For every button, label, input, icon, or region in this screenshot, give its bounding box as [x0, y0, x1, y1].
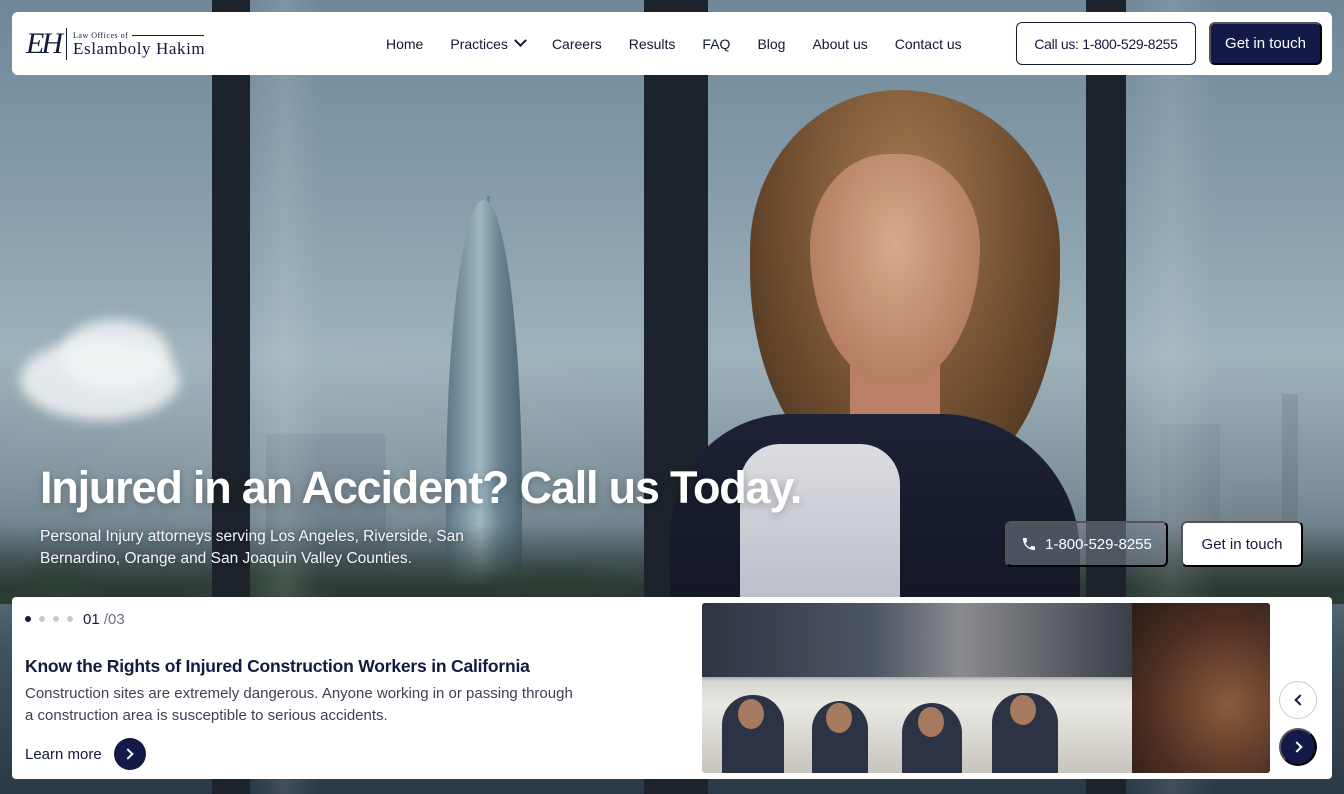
- cloud: [60, 320, 170, 390]
- hero-get-in-touch-button[interactable]: Get in touch: [1181, 521, 1303, 567]
- get-in-touch-button[interactable]: Get in touch: [1209, 22, 1322, 65]
- image-meeting-top: [702, 603, 1132, 677]
- slide-dot[interactable]: [67, 616, 73, 622]
- main-nav: Home Practices Careers Results FAQ Blog …: [386, 12, 989, 75]
- chevron-down-icon: [514, 34, 527, 48]
- slide-counter: 01 /03: [83, 611, 125, 628]
- logo[interactable]: EH Law Offices of Eslamboly Hakim: [26, 24, 205, 64]
- hero-phone-button[interactable]: 1-800-529-8255: [1005, 521, 1168, 567]
- logo-firm-name: Eslamboly Hakim: [73, 38, 206, 58]
- hero-phone-label: 1-800-529-8255: [1045, 535, 1152, 553]
- image-head: [1010, 695, 1036, 725]
- navbar: EH Law Offices of Eslamboly Hakim Home P…: [12, 12, 1332, 75]
- image-head: [918, 707, 944, 737]
- nav-contact-label: Contact us: [894, 35, 962, 52]
- nav-faq-label: FAQ: [702, 35, 731, 52]
- nav-practices-label: Practices: [450, 35, 508, 52]
- article-title[interactable]: Know the Rights of Injured Construction …: [25, 656, 530, 677]
- image-right-panel: [1132, 603, 1270, 773]
- slide-dots: [25, 616, 73, 622]
- logo-monogram: EH: [26, 28, 67, 60]
- nav-blog-label: Blog: [757, 35, 786, 52]
- slider-next-button[interactable]: [1279, 728, 1317, 766]
- nav-about-label: About us: [812, 35, 868, 52]
- nav-contact[interactable]: Contact us: [895, 36, 962, 52]
- chevron-right-icon: [1290, 741, 1303, 753]
- image-head: [826, 703, 852, 733]
- featured-article-slider: 01 /03 Know the Rights of Injured Constr…: [12, 597, 1332, 779]
- slide-total: /03: [103, 611, 125, 628]
- image-head: [738, 699, 764, 729]
- slide-dot[interactable]: [39, 616, 45, 622]
- slide-dot-active[interactable]: [25, 616, 31, 622]
- nav-home-label: Home: [386, 35, 424, 52]
- phone-icon: [1023, 538, 1036, 550]
- call-us-button[interactable]: Call us: 1-800-529-8255: [1016, 22, 1196, 65]
- article-description: Construction sites are extremely dangero…: [25, 685, 573, 724]
- slider-prev-button[interactable]: [1279, 681, 1317, 719]
- nav-blog[interactable]: Blog: [757, 36, 785, 52]
- hero-title: Injured in an Accident? Call us Today.: [40, 462, 802, 513]
- hero-subtitle: Personal Injury attorneys serving Los An…: [40, 528, 464, 567]
- nav-practices[interactable]: Practices: [450, 34, 527, 52]
- nav-faq[interactable]: FAQ: [702, 36, 730, 52]
- nav-about[interactable]: About us: [812, 36, 867, 52]
- arrow-right-icon: [122, 748, 134, 760]
- slide-current: 01: [83, 611, 100, 628]
- chevron-left-icon: [1293, 694, 1306, 706]
- nav-home[interactable]: Home: [386, 36, 423, 52]
- learn-more-label: Learn more: [25, 745, 102, 763]
- article-image: [702, 603, 1270, 773]
- nav-results[interactable]: Results: [629, 36, 676, 52]
- learn-more-link[interactable]: Learn more: [25, 738, 146, 770]
- logo-text: Law Offices of Eslamboly Hakim: [67, 31, 205, 58]
- nav-careers[interactable]: Careers: [552, 36, 602, 52]
- learn-more-button[interactable]: [113, 738, 146, 770]
- nav-results-label: Results: [628, 35, 676, 52]
- slide-dot[interactable]: [53, 616, 59, 622]
- nav-careers-label: Careers: [551, 35, 602, 52]
